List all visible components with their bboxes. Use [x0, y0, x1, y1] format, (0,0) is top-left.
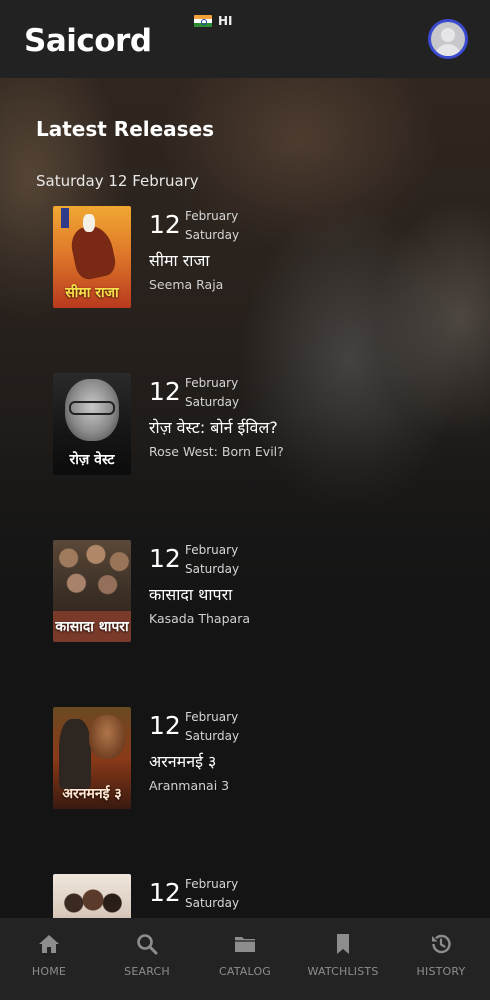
avatar-placeholder-icon: [431, 22, 465, 56]
history-icon: [432, 934, 451, 954]
release-weekday: Saturday: [185, 395, 240, 409]
nav-label: SEARCH: [124, 965, 170, 978]
release-weekday: Saturday: [185, 562, 240, 576]
movie-poster[interactable]: कासादा थापरा: [53, 540, 131, 642]
poster-title: सीमा राजा: [65, 285, 119, 301]
home-icon: [39, 935, 59, 953]
nav-label: HISTORY: [416, 965, 466, 978]
movie-poster[interactable]: सीमा राजा: [53, 206, 131, 308]
section-title: Latest Releases: [36, 117, 215, 141]
nav-home[interactable]: HOME: [0, 932, 98, 978]
release-weekday: Saturday: [185, 896, 240, 910]
poster-title: कासादा थापरा: [53, 611, 131, 642]
movie-poster[interactable]: अरनमनई ३: [53, 707, 131, 809]
release-day: 12: [149, 878, 181, 907]
bottom-navigation: HOME SEARCH CATALOG WATCHLISTS HISTORY: [0, 918, 490, 1000]
release-day: 12: [149, 711, 181, 740]
release-weekday: Saturday: [185, 228, 240, 242]
nav-label: WATCHLISTS: [307, 965, 379, 978]
release-title-hindi[interactable]: रोज़ वेस्ट: बोर्न ईविल?: [149, 416, 278, 438]
language-selector[interactable]: HI: [194, 14, 233, 28]
search-icon: [137, 934, 158, 955]
movie-poster[interactable]: रोज़ वेस्ट: [53, 373, 131, 475]
release-month: February: [185, 710, 239, 724]
release-day: 12: [149, 544, 181, 573]
app-logo[interactable]: Saicord: [24, 23, 152, 59]
release-title-english: Rose West: Born Evil?: [149, 444, 284, 459]
release-title-hindi[interactable]: सीमा राजा: [149, 249, 209, 271]
release-item[interactable]: रोज़ वेस्ट 12 February Saturday रोज़ वेस…: [53, 373, 453, 475]
release-day: 12: [149, 210, 181, 239]
release-title-hindi[interactable]: अरनमनई ३: [149, 750, 216, 772]
folder-icon: [235, 937, 255, 952]
release-title-english: Kasada Thapara: [149, 611, 250, 626]
release-month: February: [185, 209, 239, 223]
release-item[interactable]: अरनमनई ३ 12 February Saturday अरनमनई ३ A…: [53, 707, 453, 809]
nav-history[interactable]: HISTORY: [392, 932, 490, 978]
language-code: HI: [218, 14, 233, 28]
release-weekday: Saturday: [185, 729, 240, 743]
release-item[interactable]: कासादा थापरा 12 February Saturday कासादा…: [53, 540, 453, 642]
release-month: February: [185, 543, 239, 557]
nav-label: HOME: [31, 965, 67, 978]
nav-label: CATALOG: [218, 965, 272, 978]
poster-title: अरनमनई ३: [62, 786, 122, 802]
nav-search[interactable]: SEARCH: [98, 932, 196, 978]
release-title-english: Seema Raja: [149, 277, 224, 292]
release-title-english: Aranmanai 3: [149, 778, 230, 793]
user-avatar[interactable]: [428, 19, 468, 59]
nav-catalog[interactable]: CATALOG: [196, 932, 294, 978]
date-heading: Saturday 12 February: [36, 172, 199, 190]
release-item[interactable]: सीमा राजा 12 February Saturday सीमा राजा…: [53, 206, 453, 308]
nav-watchlists[interactable]: WATCHLISTS: [294, 932, 392, 978]
bookmark-icon: [337, 934, 349, 954]
release-month: February: [185, 376, 239, 390]
top-bar: Saicord HI: [0, 0, 490, 78]
india-flag-icon: [194, 14, 212, 28]
release-day: 12: [149, 377, 181, 406]
release-title-hindi[interactable]: कासादा थापरा: [149, 583, 232, 605]
release-month: February: [185, 877, 239, 891]
poster-title: रोज़ वेस्ट: [69, 452, 115, 468]
